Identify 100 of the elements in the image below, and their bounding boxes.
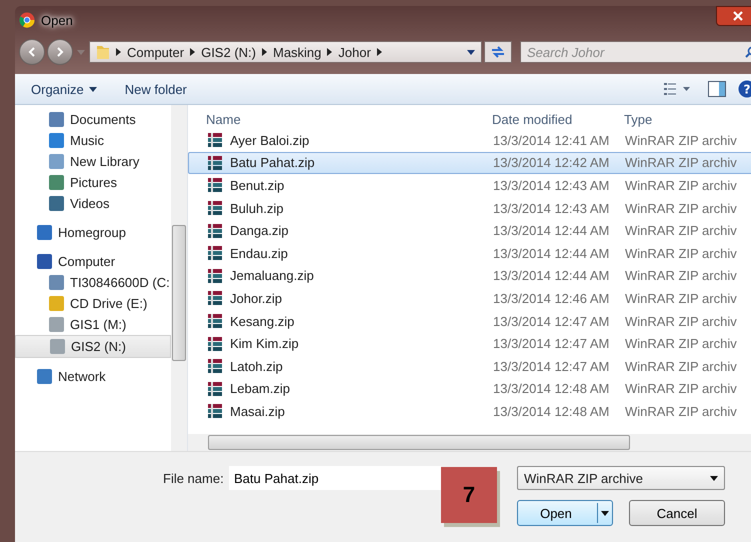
breadcrumb-arrow-icon[interactable] <box>376 48 382 56</box>
search-field[interactable]: Search Johor <box>520 41 751 63</box>
file-name-field[interactable]: Batu Pahat.zip <box>229 466 441 490</box>
file-name: Latoh.zip <box>230 358 283 374</box>
nav-folder-icon <box>49 317 64 332</box>
address-bar[interactable]: Computer GIS2 (N:) Masking Johor <box>89 41 482 63</box>
archive-icon <box>207 245 223 262</box>
caret-icon <box>710 476 718 480</box>
column-header[interactable]: Name <box>188 112 488 127</box>
breadcrumb-item[interactable]: Computer <box>127 44 184 60</box>
file-name: Masai.zip <box>230 404 285 419</box>
address-dropdown-icon[interactable] <box>467 50 475 54</box>
archive-icon <box>207 222 223 239</box>
file-row[interactable]: Batu Pahat.zip 13/3/2014 12:42 AM WinRAR ZIP archiv <box>188 152 751 174</box>
file-row[interactable]: Endau.zip 13/3/2014 12:44 AM WinRAR ZIP archiv <box>188 242 751 265</box>
file-type: WinRAR ZIP archiv <box>625 336 738 352</box>
file-name: Ayer Baloi.zip <box>230 132 310 148</box>
file-row[interactable]: Danga.zip 13/3/2014 12:44 AM WinRAR ZIP archiv <box>188 219 751 242</box>
file-row[interactable]: Ayer Baloi.zip 13/3/2014 12:41 AM WinRAR ZIP archiv <box>188 129 751 152</box>
archive-icon <box>207 200 223 216</box>
nav-item[interactable]: Music <box>15 130 171 151</box>
file-type-dropdown[interactable]: WinRAR ZIP archive <box>517 466 725 490</box>
organize-menu[interactable]: Organize <box>23 80 105 98</box>
column-header[interactable]: Date modified <box>488 112 624 127</box>
cancel-button[interactable]: Cancel <box>629 500 725 526</box>
close-button[interactable] <box>716 6 751 26</box>
file-type: WinRAR ZIP archiv <box>625 268 738 284</box>
nav-item[interactable]: New Library <box>15 151 171 172</box>
nav-item[interactable]: CD Drive (E:) <box>15 293 171 314</box>
archive-icon <box>207 268 223 284</box>
file-type: WinRAR ZIP archiv <box>625 155 738 170</box>
breadcrumb-arrow-icon[interactable] <box>327 48 332 56</box>
preview-pane-icon[interactable] <box>708 80 726 98</box>
file-name: Jemaluang.zip <box>230 268 314 284</box>
file-type: WinRAR ZIP archiv <box>625 404 738 419</box>
date-modified: 13/3/2014 12:48 AM <box>492 381 610 396</box>
breadcrumb-item[interactable]: Johor <box>338 44 371 60</box>
archive-icon <box>207 358 223 374</box>
nav-folder-icon <box>37 254 52 269</box>
file-row[interactable]: Masai.zip 13/3/2014 12:48 AM WinRAR ZIP archiv <box>188 400 751 423</box>
nav-item[interactable]: Documents <box>15 109 171 130</box>
archive-icon <box>207 380 223 397</box>
window-title: Open <box>41 12 73 28</box>
archive-icon <box>207 313 223 330</box>
forward-button[interactable] <box>47 39 73 65</box>
open-button[interactable]: Open <box>517 500 613 526</box>
nav-item[interactable]: GIS1 (M:) <box>15 314 171 335</box>
date-modified: 13/3/2014 12:47 AM <box>492 358 610 374</box>
breadcrumb-item[interactable]: GIS2 (N:) <box>201 44 256 60</box>
new-folder-button[interactable]: New folder <box>116 80 195 98</box>
breadcrumb-arrow-icon[interactable] <box>116 48 121 56</box>
file-row[interactable]: Latoh.zip 13/3/2014 12:47 AM WinRAR ZIP archiv <box>188 354 751 378</box>
file-row[interactable]: Kim Kim.zip 13/3/2014 12:47 AM WinRAR ZIP archiv <box>188 332 751 355</box>
search-input[interactable]: Search Johor <box>521 44 745 60</box>
file-type: WinRAR ZIP archiv <box>625 290 738 306</box>
file-row[interactable]: Buluh.zip 13/3/2014 12:43 AM WinRAR ZIP archiv <box>188 196 751 220</box>
file-row[interactable]: Benut.zip 13/3/2014 12:43 AM WinRAR ZIP archiv <box>188 174 751 197</box>
nav-item[interactable]: TI30846600D (C: <box>15 272 171 293</box>
archive-icon <box>207 290 223 306</box>
breadcrumb-arrow-icon[interactable] <box>190 48 196 56</box>
file-row[interactable]: Lebam.zip 13/3/2014 12:48 AM WinRAR ZIP archiv <box>188 378 751 400</box>
nav-item[interactable]: GIS2 (N:) <box>15 335 171 358</box>
folder-icon <box>96 44 110 60</box>
date-modified: 13/3/2014 12:41 AM <box>492 132 610 148</box>
nav-item[interactable]: Pictures <box>15 172 171 193</box>
breadcrumb-arrow-icon[interactable] <box>262 48 267 56</box>
nav-item[interactable]: Network <box>15 366 171 387</box>
nav-item[interactable]: Videos <box>15 193 171 214</box>
help-icon[interactable]: ? <box>738 80 751 98</box>
date-modified: 13/3/2014 12:47 AM <box>492 336 610 352</box>
nav-item[interactable]: Homegroup <box>15 222 171 243</box>
file-name: Danga.zip <box>230 223 289 238</box>
breadcrumb-item[interactable]: Masking <box>272 44 322 60</box>
step-badge: 7 <box>441 467 497 523</box>
file-name-label: File name: <box>163 471 225 486</box>
file-name: Kesang.zip <box>230 314 294 329</box>
back-button[interactable] <box>19 39 45 65</box>
refresh-button[interactable] <box>484 41 512 63</box>
file-row[interactable]: Jemaluang.zip 13/3/2014 12:44 AM WinRAR ZIP archiv <box>188 264 751 288</box>
nav-folder-icon <box>49 275 64 290</box>
nav-item[interactable]: Computer <box>15 251 171 272</box>
file-name: Buluh.zip <box>230 200 284 216</box>
archive-icon <box>207 177 223 194</box>
caret-icon <box>88 86 97 92</box>
horizontal-scrollbar[interactable] <box>188 434 751 451</box>
file-row[interactable]: Johor.zip 13/3/2014 12:46 AM WinRAR ZIP archiv <box>188 287 751 310</box>
date-modified: 13/3/2014 12:43 AM <box>492 200 610 216</box>
archive-icon <box>207 154 223 171</box>
nav-folder-icon <box>37 369 52 384</box>
file-name: Batu Pahat.zip <box>230 155 315 170</box>
file-row[interactable]: Kesang.zip 13/3/2014 12:47 AM WinRAR ZIP archiv <box>188 310 751 332</box>
file-name: Benut.zip <box>230 178 284 193</box>
nav-folder-icon <box>49 296 64 311</box>
archive-icon <box>207 403 223 420</box>
date-modified: 13/3/2014 12:46 AM <box>492 290 610 306</box>
file-type: WinRAR ZIP archiv <box>625 381 738 396</box>
file-type: WinRAR ZIP archiv <box>625 246 738 261</box>
vertical-scrollbar[interactable] <box>171 105 187 451</box>
refresh-icon <box>490 45 506 59</box>
column-header[interactable]: Type <box>624 112 751 127</box>
